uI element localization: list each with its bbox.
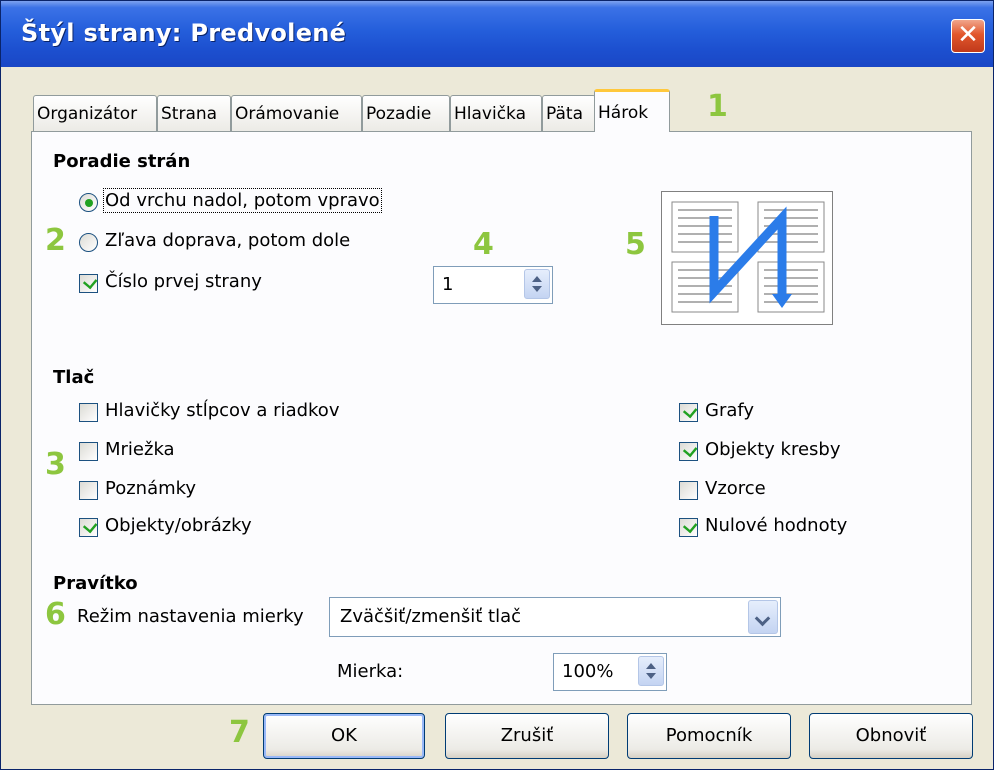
marker-6: 6	[45, 597, 66, 632]
chevron-down-icon	[754, 610, 771, 627]
print-notes-label[interactable]: Poznámky	[105, 478, 196, 499]
spin-down-icon	[646, 673, 656, 679]
window-title: Štýl strany: Predvolené	[21, 19, 347, 47]
marker-3: 3	[45, 447, 66, 482]
scale-mode-value: Zväčšiť/zmenšiť tlač	[340, 606, 522, 627]
spinner-buttons[interactable]	[524, 269, 550, 299]
print-formulas-label[interactable]: Vzorce	[705, 478, 766, 499]
marker-2: 2	[45, 223, 66, 258]
tab-organizator[interactable]: Organizátor	[33, 95, 157, 131]
print-charts-label[interactable]: Grafy	[705, 400, 754, 421]
ok-button[interactable]: OK	[263, 713, 425, 759]
tab-pata[interactable]: Päta	[542, 95, 596, 131]
marker-1: 1	[707, 89, 728, 124]
close-icon: ✕	[957, 20, 979, 50]
scale-mode-dropdown[interactable]: Zväčšiť/zmenšiť tlač	[329, 597, 781, 637]
page-order-preview-icon	[671, 201, 825, 313]
ruler-heading: Pravítko	[53, 573, 138, 594]
scale-mode-label: Režim nastavenia mierky	[77, 606, 304, 627]
spin-up-icon	[532, 276, 542, 282]
first-page-number-label[interactable]: Číslo prvej strany	[105, 271, 262, 292]
print-drawing-objects-checkbox[interactable]	[679, 442, 698, 461]
reset-button[interactable]: Obnoviť	[809, 713, 973, 759]
check-icon	[682, 403, 698, 419]
first-page-number-checkbox[interactable]	[79, 274, 98, 293]
marker-5: 5	[625, 227, 646, 262]
check-icon	[682, 518, 698, 534]
marker-4: 4	[473, 227, 494, 262]
title-bar[interactable]: Štýl strany: Predvolené ✕	[1, 1, 993, 67]
check-icon	[82, 518, 98, 534]
print-headers-checkbox[interactable]	[79, 403, 98, 422]
tab-strana[interactable]: Strana	[157, 95, 231, 131]
marker-7: 7	[229, 715, 250, 750]
close-button[interactable]: ✕	[951, 19, 985, 53]
tab-oramovanie[interactable]: Orámovanie	[231, 95, 362, 131]
print-charts-checkbox[interactable]	[679, 403, 698, 422]
print-drawing-objects-label[interactable]: Objekty kresby	[705, 439, 840, 460]
scale-value: 100%	[562, 661, 614, 682]
radio-top-down-label[interactable]: Od vrchu nadol, potom vpravo	[103, 188, 382, 213]
print-grid-label[interactable]: Mriežka	[105, 439, 175, 460]
radio-top-down[interactable]	[79, 193, 98, 212]
print-objects-label[interactable]: Objekty/obrázky	[105, 515, 252, 536]
print-notes-checkbox[interactable]	[79, 481, 98, 500]
tab-hlavicka[interactable]: Hlavička	[450, 95, 542, 131]
tab-harok[interactable]: Hárok	[594, 89, 670, 132]
print-heading: Tlač	[53, 367, 95, 388]
spinner-buttons[interactable]	[638, 656, 664, 686]
first-page-number-value: 1	[442, 274, 454, 295]
help-button[interactable]: Pomocník	[627, 713, 791, 759]
print-grid-checkbox[interactable]	[79, 442, 98, 461]
first-page-number-spinner[interactable]: 1	[433, 266, 553, 304]
tab-pozadie[interactable]: Pozadie	[362, 95, 450, 131]
radio-selected-dot	[85, 199, 93, 207]
page-order-heading: Poradie strán	[53, 151, 191, 172]
radio-left-right[interactable]	[79, 233, 98, 252]
dropdown-button[interactable]	[748, 600, 778, 634]
check-icon	[682, 442, 698, 458]
page-order-preview	[661, 191, 833, 325]
dialog-window: Štýl strany: Predvolené ✕ Organizátor St…	[0, 0, 994, 770]
radio-left-right-label[interactable]: Zľava doprava, potom dole	[105, 230, 350, 251]
cancel-button[interactable]: Zrušiť	[445, 713, 609, 759]
print-headers-label[interactable]: Hlavičky stĺpcov a riadkov	[105, 400, 339, 421]
print-zero-values-checkbox[interactable]	[679, 518, 698, 537]
spin-down-icon	[532, 286, 542, 292]
print-objects-checkbox[interactable]	[79, 518, 98, 537]
check-icon	[82, 274, 98, 290]
spin-up-icon	[646, 663, 656, 669]
scale-label: Mierka:	[337, 661, 404, 682]
print-zero-values-label[interactable]: Nulové hodnoty	[705, 515, 847, 536]
scale-spinner[interactable]: 100%	[553, 653, 667, 691]
print-formulas-checkbox[interactable]	[679, 481, 698, 500]
